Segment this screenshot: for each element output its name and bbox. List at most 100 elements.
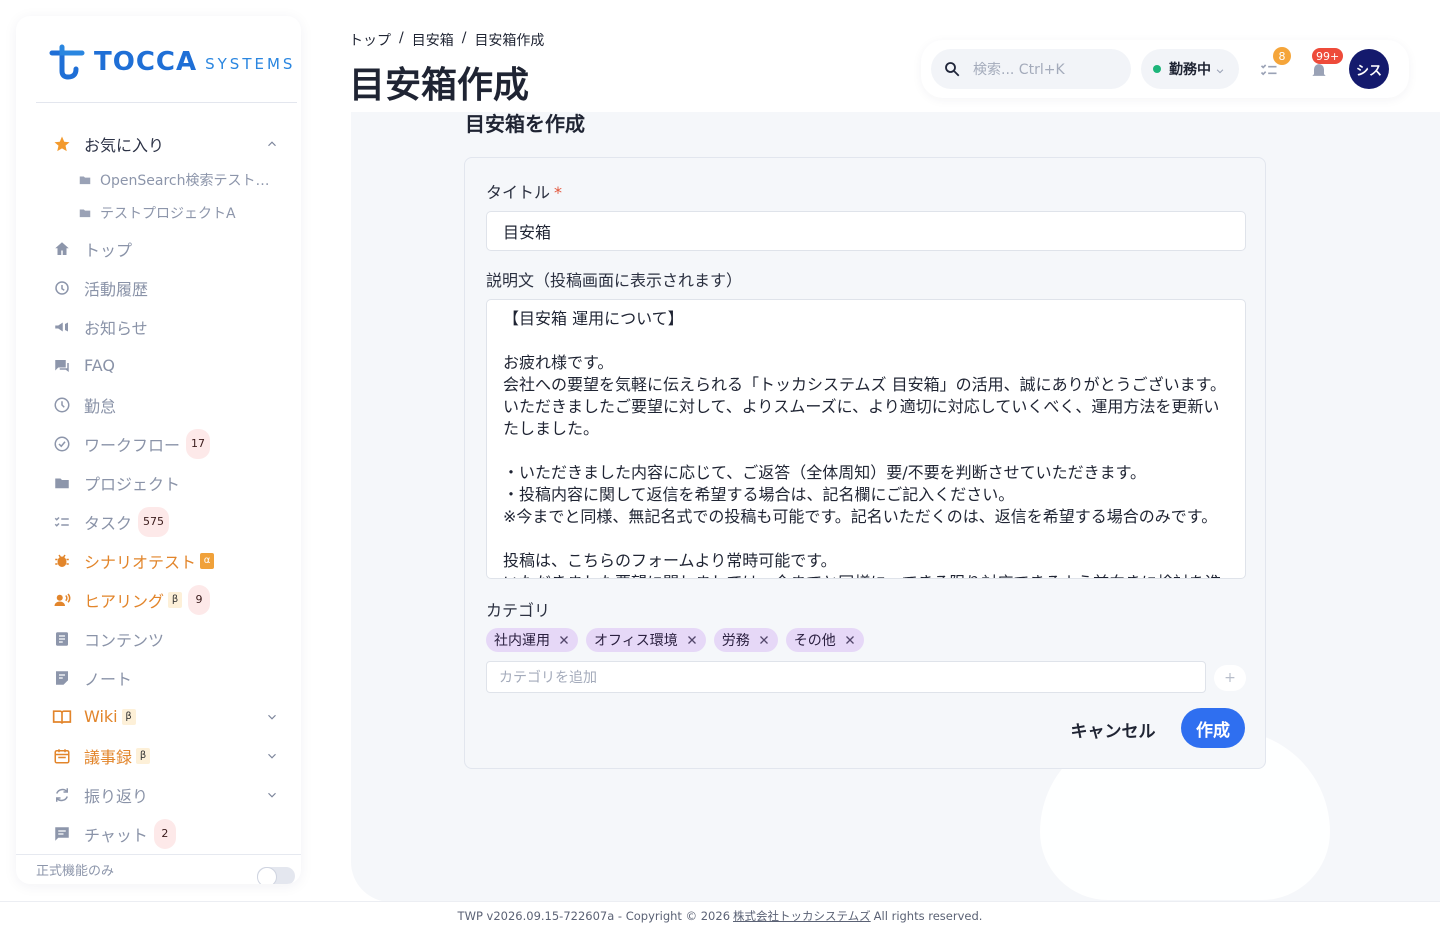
category-tag: オフィス環境 [586,628,706,652]
sidebar-item-chat[interactable]: チャット 2 [16,814,301,853]
close-icon[interactable] [758,634,770,646]
search-input[interactable]: 検索... Ctrl+K [931,49,1131,89]
sidebar: TOCCA SYSTEMS お気に入り OpenSearch検索テスト用プ...… [16,16,301,884]
count-badge: 575 [138,506,170,537]
sidebar-item-retrospective[interactable]: 振り返り [16,775,301,814]
sidebar-item-top[interactable]: トップ [16,229,301,268]
sidebar-divider [36,102,297,103]
book-icon [52,707,72,727]
sidebar-fav-item[interactable]: テストプロジェクトA [16,196,301,229]
title-input[interactable]: 目安箱 [486,211,1246,251]
logo-mark-icon [49,44,85,80]
sidebar-fav-item[interactable]: OpenSearch検索テスト用プ... [16,163,301,196]
sidebar-fav-label: OpenSearch検索テスト用プ... [100,172,282,189]
note-icon [52,668,72,688]
sidebar-item-note[interactable]: ノート [16,658,301,697]
sidebar-item-minutes[interactable]: 議事録 β [16,736,301,775]
chevron-down-icon [1215,64,1225,74]
sidebar-fav-label: テストプロジェクトA [100,205,236,222]
footer-rights: All rights reserved. [873,908,983,923]
chevron-down-icon[interactable] [265,709,279,723]
footer-copyright: TWP v2026.09.15-722607a - Copyright © 20… [457,908,731,923]
sidebar-item-label: ノート [84,669,133,689]
category-input[interactable]: カテゴリを追加 [486,661,1206,693]
bug-icon [52,551,72,571]
beta-tag: β [168,591,183,608]
category-tag-label: 社内運用 [494,633,550,649]
sidebar-item-faq[interactable]: FAQ [16,346,301,385]
breadcrumb-separator: / [461,30,467,46]
sidebar-item-label: コンテンツ [84,630,165,650]
create-button[interactable]: 作成 [1181,708,1245,748]
sidebar-item-label: チャット [84,825,148,845]
category-tag: 社内運用 [486,628,578,652]
close-icon[interactable] [558,634,570,646]
chevron-up-icon[interactable] [265,136,279,150]
add-category-button[interactable]: + [1214,665,1246,691]
close-icon[interactable] [686,634,698,646]
sidebar-item-label: トップ [84,240,133,260]
sidebar-item-task[interactable]: タスク 575 [16,502,301,541]
category-tag-label: 労務 [721,633,750,649]
history-icon [52,278,72,298]
avatar[interactable]: シス [1349,49,1389,89]
cancel-button[interactable]: キャンセル [1063,709,1163,749]
sidebar-item-contents[interactable]: コンテンツ [16,619,301,658]
breadcrumb-top[interactable]: トップ [349,30,391,50]
sidebar-item-label: プロジェクト [84,474,181,494]
sidebar-footer: 正式機能のみ [16,854,301,884]
sidebar-item-label: シナリオテスト [84,552,197,572]
official-only-toggle[interactable] [257,867,295,884]
top-bar: 検索... Ctrl+K 勤務中 8 99+ シス [921,40,1409,98]
breadcrumb-suggestion-box[interactable]: 目安箱 [412,30,454,50]
folder-icon [78,173,92,187]
count-badge: 9 [188,584,211,615]
sidebar-item-label: 活動履歴 [84,279,149,299]
sidebar-item-attendance[interactable]: 勤怠 [16,385,301,424]
page-footer: TWP v2026.09.15-722607a - Copyright © 20… [0,901,1440,929]
notification-count-badge: 99+ [1312,48,1344,64]
sidebar-item-label: ワークフロー [84,435,181,455]
required-mark: * [554,183,563,202]
official-only-label: 正式機能のみ [36,864,115,879]
sidebar-item-hearing[interactable]: ヒアリング β 9 [16,580,301,619]
beta-tag: β [121,708,136,725]
description-textarea[interactable]: 【目安箱 運用について】 お疲れ様です。 会社への要望を気軽に伝えられる「トッカ… [486,299,1246,579]
sidebar-item-project[interactable]: プロジェクト [16,463,301,502]
sidebar-item-label: 振り返り [84,786,149,806]
count-badge: 2 [153,818,176,849]
chat-icon [52,356,72,376]
sidebar-item-label: お気に入り [84,135,165,155]
sidebar-item-workflow[interactable]: ワークフロー 17 [16,424,301,463]
create-form-card: タイトル * 目安箱 説明文（投稿画面に表示されます） 【目安箱 運用について】 … [464,157,1266,769]
sidebar-item-wiki[interactable]: Wiki β [16,697,301,736]
category-tag-label: その他 [793,633,836,649]
chevron-down-icon[interactable] [265,787,279,801]
logo-subtext: SYSTEMS [205,55,296,73]
refresh-icon [52,785,72,805]
logo[interactable]: TOCCA SYSTEMS [48,42,295,82]
description-label: 説明文（投稿画面に表示されます） [486,271,743,290]
sidebar-item-scenario-test[interactable]: シナリオテスト α [16,541,301,580]
alpha-tag: α [200,552,215,569]
count-badge: 17 [186,428,211,459]
sidebar-item-label: ヒアリング [84,591,165,611]
task-count-badge: 8 [1273,47,1291,65]
home-icon [52,239,72,259]
close-icon[interactable] [844,634,856,646]
footer-company-link[interactable]: 株式会社トッカシステムズ [733,908,871,924]
sidebar-item-label: タスク [84,513,133,533]
sidebar-item-history[interactable]: 活動履歴 [16,268,301,307]
sidebar-item-label: 勤怠 [84,396,117,416]
chevron-down-icon[interactable] [265,748,279,762]
sidebar-item-news[interactable]: お知らせ [16,307,301,346]
title-label-text: タイトル [486,183,551,202]
sidebar-item-favorites[interactable]: お気に入り [16,124,301,163]
work-status-dropdown[interactable]: 勤務中 [1141,49,1239,89]
category-tag: 労務 [713,628,778,652]
breadcrumb-current: 目安箱作成 [474,33,545,49]
chat-bubble-icon [52,824,72,844]
category-label: カテゴリ [486,601,551,620]
status-dot [1153,65,1161,73]
star-icon [52,134,72,154]
